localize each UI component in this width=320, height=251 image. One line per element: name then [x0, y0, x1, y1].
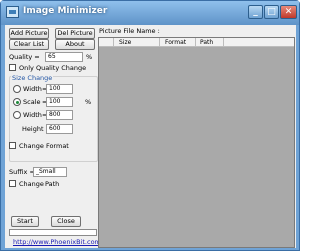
quality-unit: %	[86, 53, 93, 61]
change-path-label: Change	[19, 180, 44, 188]
quality-input[interactable]: 65	[45, 52, 83, 62]
scale-unit: %	[85, 98, 92, 106]
picture-list[interactable]: Size Format Path	[98, 37, 295, 248]
progress-bar	[9, 229, 97, 236]
close-button[interactable]: Close	[51, 216, 81, 227]
change-format-label: Change Format	[19, 142, 69, 150]
width-radio[interactable]	[13, 85, 21, 93]
app-window: Image Minimizer _ □ ✕ Add Picture Del Pi…	[0, 0, 300, 251]
column-header-format[interactable]: Format	[165, 39, 186, 46]
height-input[interactable]: 600	[46, 124, 73, 134]
header-divider	[159, 38, 160, 47]
maximize-button[interactable]: □	[264, 5, 279, 19]
about-button[interactable]: About	[55, 39, 95, 50]
title-bar[interactable]: Image Minimizer _ □ ✕	[1, 1, 299, 25]
scale-radio[interactable]	[13, 98, 21, 106]
list-header: Size Format Path	[99, 38, 294, 47]
width-height-radio[interactable]	[13, 111, 21, 119]
change-path-checkbox[interactable]	[9, 180, 16, 187]
quality-label: Quality =	[9, 53, 40, 61]
size-change-title: Size Change	[11, 74, 54, 82]
close-icon: ✕	[284, 7, 293, 17]
scale-label: Scale	[23, 98, 41, 106]
header-divider	[195, 38, 196, 47]
column-header-size[interactable]: Size	[119, 39, 131, 46]
width2-label: Width	[23, 111, 42, 119]
maximize-icon: □	[267, 7, 276, 17]
width2-input[interactable]: 800	[46, 110, 73, 120]
window-title: Image Minimizer	[23, 6, 108, 16]
clear-list-button[interactable]: Clear List	[9, 39, 49, 50]
header-divider	[223, 38, 224, 47]
change-format-checkbox[interactable]	[9, 142, 16, 149]
minimize-button[interactable]: _	[248, 5, 263, 19]
width-input[interactable]: 100	[46, 84, 73, 94]
del-picture-button[interactable]: Del Picture	[55, 28, 95, 39]
header-divider	[113, 38, 114, 47]
only-quality-change-label: Only Quality Change	[19, 64, 87, 72]
client-area: Add Picture Del Picture Clear List About…	[5, 25, 296, 248]
website-link[interactable]: http://www.PhoenixBit.com	[13, 238, 101, 246]
scale-input[interactable]: 100	[46, 97, 73, 107]
column-header-path[interactable]: Path	[200, 39, 213, 46]
picture-file-name-label: Picture File Name :	[99, 27, 160, 35]
width-label: Width	[23, 85, 42, 93]
suffix-label: Suffix =	[9, 168, 35, 176]
only-quality-change-checkbox[interactable]	[9, 64, 16, 71]
start-button[interactable]: Start	[11, 216, 39, 227]
minimize-icon: _	[253, 7, 258, 17]
app-icon	[6, 6, 19, 18]
suffix-input[interactable]: _Small	[33, 167, 67, 177]
add-picture-button[interactable]: Add Picture	[9, 28, 49, 39]
close-window-button[interactable]: ✕	[280, 5, 297, 19]
path-label: Path	[45, 180, 60, 188]
